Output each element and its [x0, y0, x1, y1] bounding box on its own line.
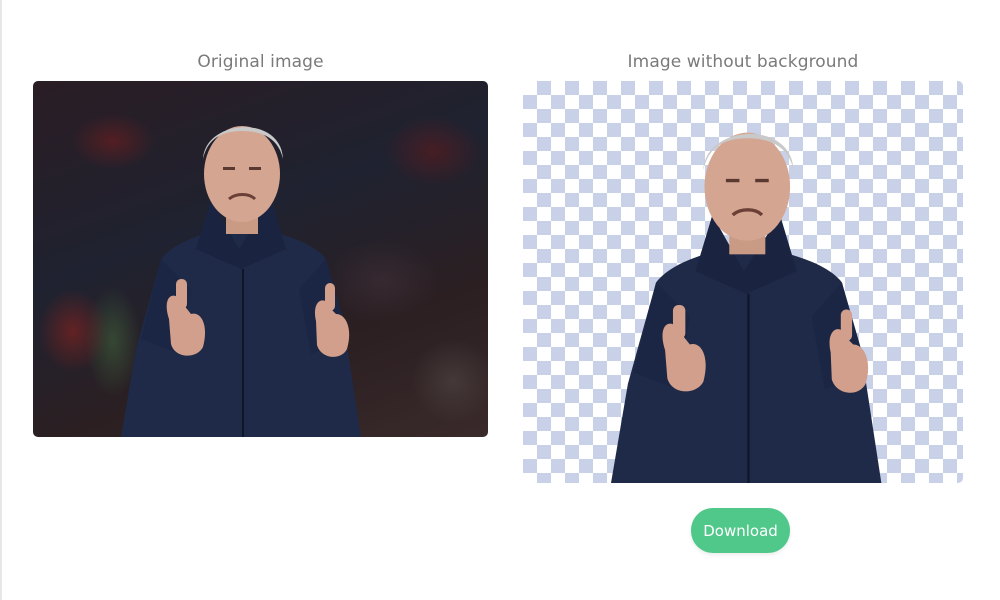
- bg-removal-result-page: Original image Image without background: [0, 0, 1000, 600]
- removed-background-title: Image without background: [627, 52, 859, 72]
- original-image: [33, 81, 488, 437]
- page-edge: [0, 0, 2, 600]
- original-image-title: Original image: [197, 52, 324, 72]
- person-figure: [121, 89, 366, 437]
- background-removed-image: [523, 81, 963, 483]
- person-cutout: [611, 91, 887, 483]
- download-button[interactable]: Download: [691, 508, 790, 553]
